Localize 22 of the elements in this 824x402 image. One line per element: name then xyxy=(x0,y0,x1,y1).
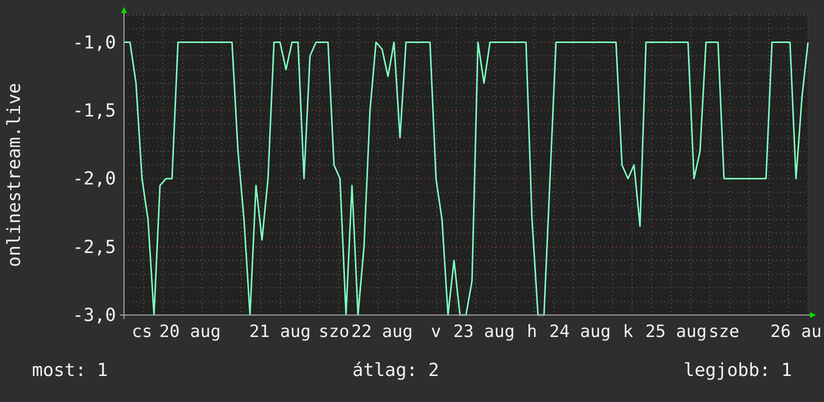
y-tick-label: -3,0 xyxy=(72,305,116,326)
y-axis-label: onlinestream.live xyxy=(4,82,25,268)
x-tick-label: 26 au xyxy=(770,322,822,342)
x-tick-label: 22 aug xyxy=(351,322,413,342)
x-tick-label: 24 aug xyxy=(549,322,611,342)
stat-label: legjobb: 1 xyxy=(684,360,792,381)
stat-label: átlag: 2 xyxy=(352,360,440,381)
x-tick-label: szo xyxy=(318,322,350,342)
y-tick-label: -1,5 xyxy=(72,100,116,122)
y-tick-label: -1,0 xyxy=(72,32,116,54)
x-tick-label: 20 aug xyxy=(159,322,221,342)
x-tick-label: v xyxy=(430,322,442,342)
x-tick-label: 25 aug xyxy=(645,322,707,342)
stat-label: most: 1 xyxy=(32,360,108,381)
x-tick-label: cs xyxy=(132,322,152,342)
x-tick-label: 21 aug xyxy=(249,322,311,342)
x-tick-label: sze xyxy=(708,322,740,342)
x-tick-label: k xyxy=(622,322,634,342)
x-tick-label: 23 aug xyxy=(453,322,515,342)
y-tick-label: -2,0 xyxy=(72,168,116,190)
x-tick-label: h xyxy=(526,322,538,342)
y-tick-label: -2,5 xyxy=(72,236,116,258)
